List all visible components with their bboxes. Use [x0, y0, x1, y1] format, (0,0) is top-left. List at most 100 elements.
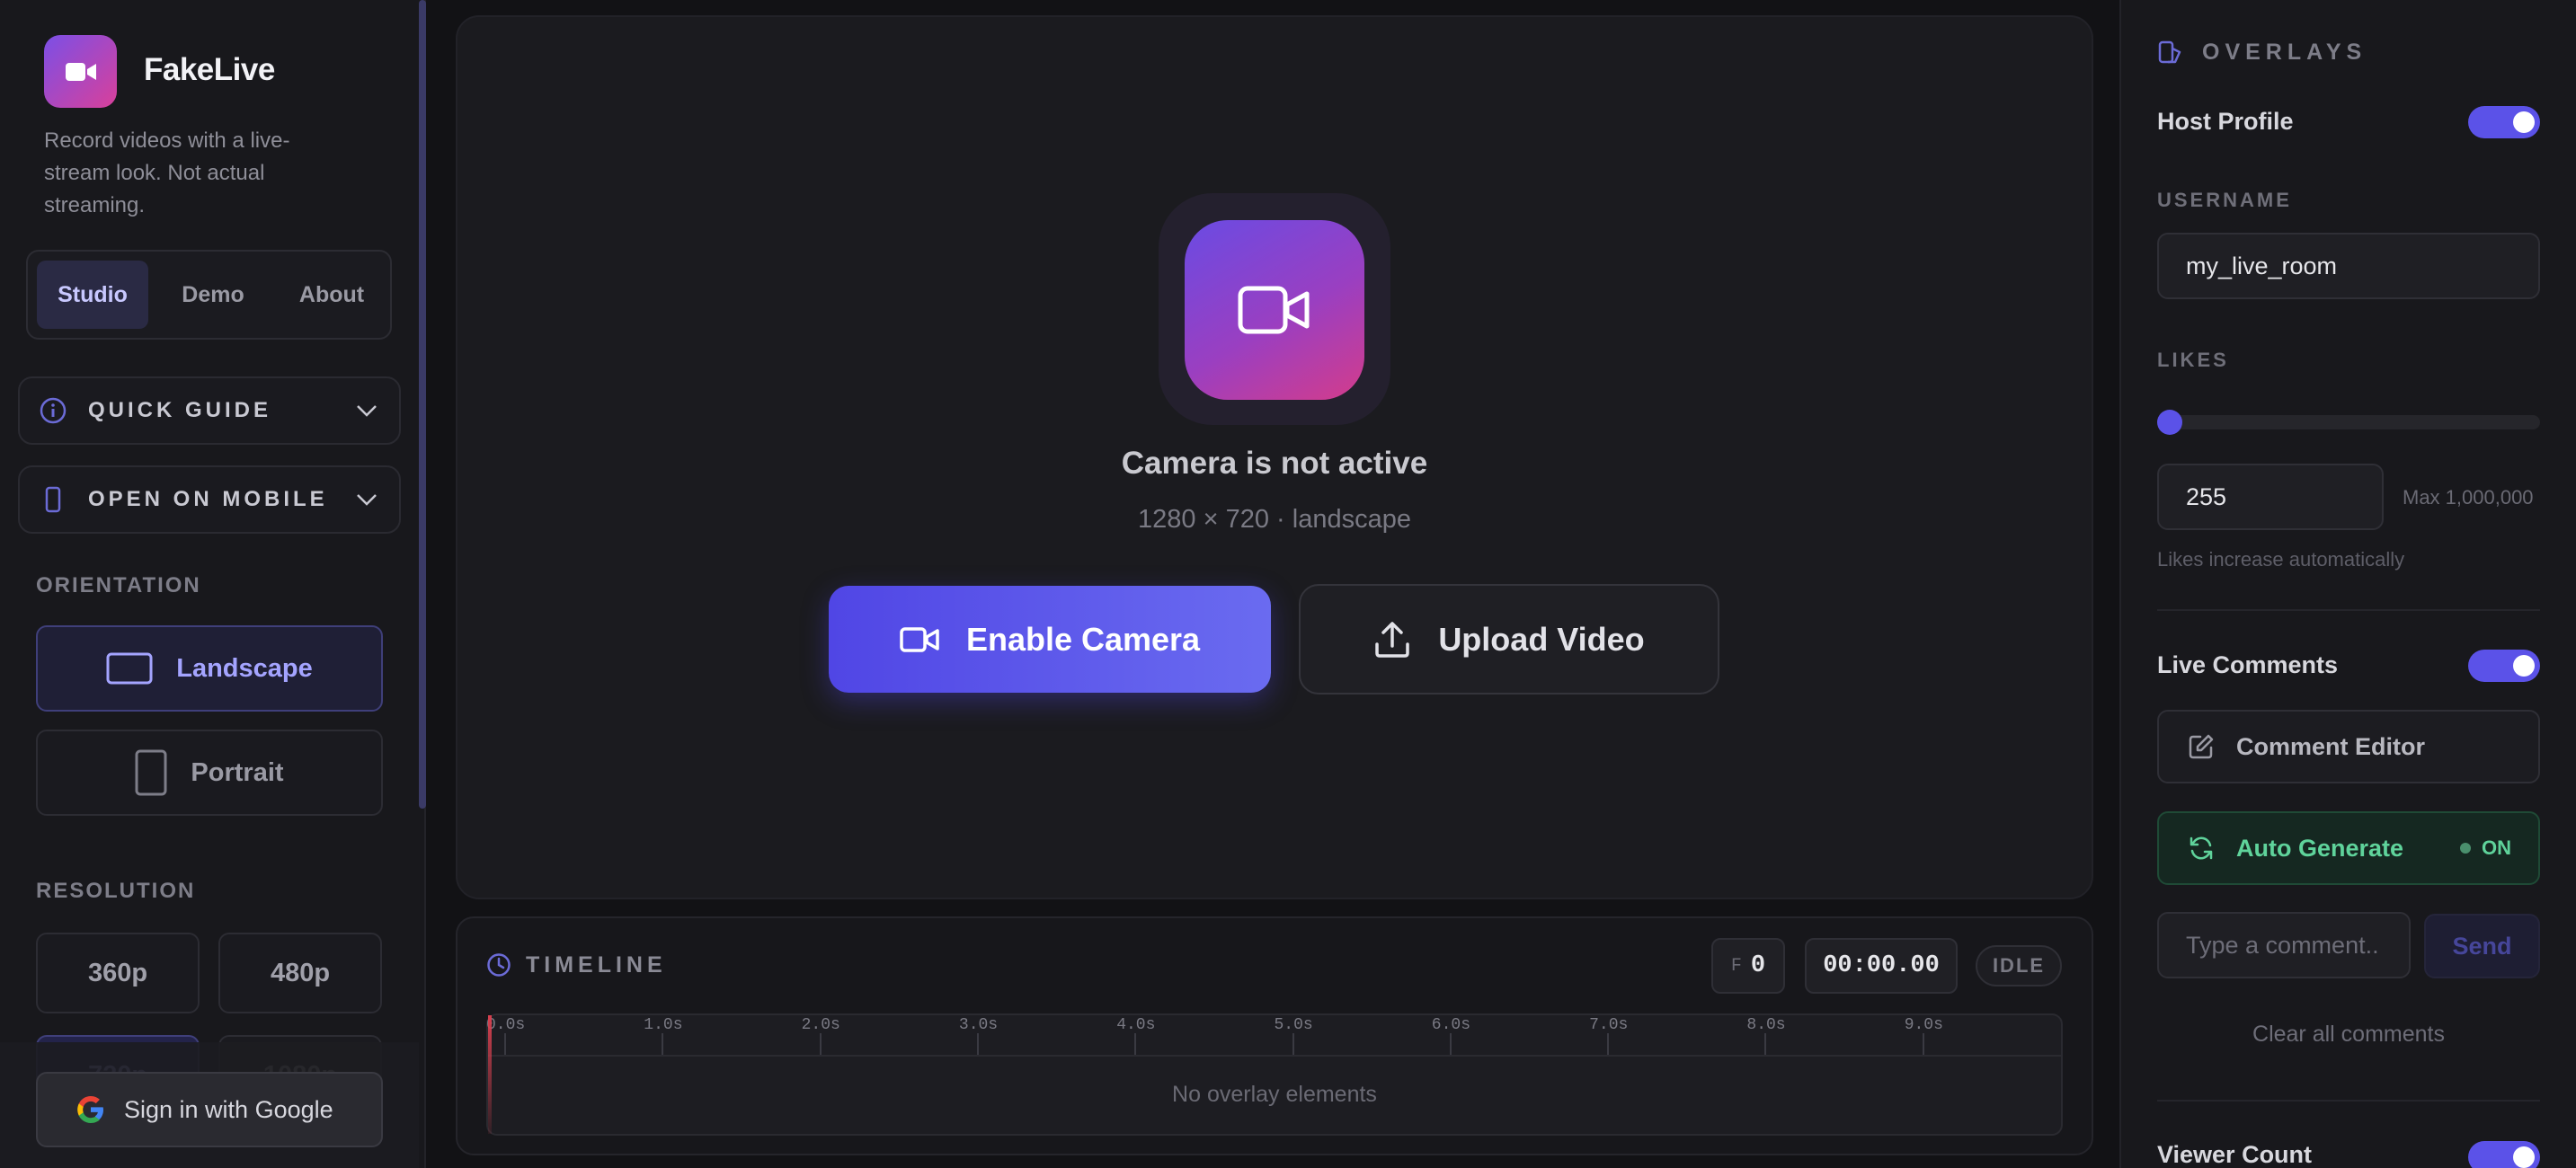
resolution-480p-option[interactable]: 480p — [218, 933, 382, 1013]
timeline-empty-text: No overlay elements — [1172, 1082, 1377, 1107]
likes-slider-handle[interactable] — [2157, 410, 2183, 435]
chevron-down-icon — [357, 405, 377, 417]
viewer-count-toggle[interactable] — [2468, 1141, 2540, 1168]
enable-camera-button[interactable]: Enable Camera — [829, 586, 1271, 693]
overlays-panel — [2119, 0, 2576, 1168]
timeline-tick-label: 0.0s — [486, 1016, 526, 1034]
auto-generate-status: ON — [2460, 836, 2511, 860]
open-on-mobile-accordion[interactable]: OPEN ON MOBILE — [18, 465, 401, 534]
timeline-tick — [504, 1033, 506, 1055]
app-tagline: Record videos with a live-stream look. N… — [44, 128, 290, 217]
mobile-phone-icon — [45, 486, 61, 513]
camera-placeholder — [1185, 220, 1364, 400]
edit-icon — [2189, 734, 2214, 759]
clock-icon — [487, 953, 511, 977]
enable-camera-label: Enable Camera — [965, 620, 1201, 658]
timeline-tick-label: 9.0s — [1904, 1016, 1943, 1034]
resolution-360p-option[interactable]: 360p — [36, 933, 200, 1013]
tab-about[interactable]: About — [276, 261, 387, 329]
camera-status-subtitle: 1280 × 720 · landscape — [1138, 505, 1411, 534]
likes-max-text: Max 1,000,000 — [2403, 486, 2534, 509]
upload-icon — [1375, 621, 1410, 658]
likes-slider[interactable] — [2157, 415, 2540, 429]
timecode: 00:00.00 — [1805, 938, 1958, 994]
timeline-tick — [1449, 1033, 1452, 1055]
frame-counter: F 0 — [1711, 938, 1785, 994]
timeline-tick — [662, 1033, 664, 1055]
timeline-playhead[interactable] — [488, 1015, 492, 1134]
tab-studio[interactable]: Studio — [37, 261, 148, 329]
comment-editor-button[interactable]: Comment Editor — [2157, 710, 2540, 783]
overlays-title: OVERLAYS — [2202, 40, 2367, 65]
portrait-icon — [135, 749, 167, 796]
frame-value: 0 — [1750, 952, 1766, 979]
info-icon — [40, 397, 67, 424]
sign-in-with-google-button[interactable]: Sign in with Google — [36, 1072, 383, 1147]
timeline-tick-label: 6.0s — [1431, 1016, 1471, 1034]
video-camera-icon — [900, 626, 939, 652]
username-label: USERNAME — [2157, 189, 2292, 211]
timeline-tick-label: 1.0s — [644, 1016, 683, 1034]
timeline-tick — [1607, 1033, 1610, 1055]
clear-all-comments-link[interactable]: Clear all comments — [2157, 1022, 2540, 1048]
timeline-tick-label: 2.0s — [801, 1016, 840, 1034]
host-profile-toggle[interactable] — [2468, 106, 2540, 138]
timeline-tick — [819, 1033, 822, 1055]
video-camera-icon — [1238, 286, 1310, 334]
timeline-tick-label: 3.0s — [958, 1016, 999, 1034]
username-input[interactable]: my_live_room — [2157, 233, 2540, 299]
landscape-label: Landscape — [176, 653, 313, 683]
comment-editor-label: Comment Editor — [2236, 732, 2426, 760]
quick-guide-accordion[interactable]: QUICK GUIDE — [18, 376, 401, 445]
landscape-icon — [106, 652, 153, 685]
orientation-section-label: ORIENTATION — [36, 573, 201, 597]
orientation-landscape-option[interactable]: Landscape — [36, 625, 383, 712]
refresh-icon — [2190, 836, 2213, 860]
likes-hint: Likes increase automatically — [2157, 548, 2405, 571]
auto-generate-button[interactable]: Auto Generate ON — [2157, 811, 2540, 885]
timeline-tick — [976, 1033, 979, 1055]
tab-demo[interactable]: Demo — [157, 261, 269, 329]
host-profile-label: Host Profile — [2157, 108, 2294, 135]
timeline-tick-label: 7.0s — [1589, 1016, 1629, 1034]
upload-video-button[interactable]: Upload Video — [1299, 584, 1719, 695]
timeline-tick-label: 5.0s — [1274, 1016, 1313, 1034]
live-comments-toggle[interactable] — [2468, 650, 2540, 682]
comment-input[interactable]: Type a comment.. — [2157, 912, 2411, 978]
timeline-label: TIMELINE — [526, 952, 667, 978]
likes-input[interactable]: 255 — [2157, 464, 2384, 530]
live-comments-label: Live Comments — [2157, 651, 2339, 678]
timeline-tick — [1134, 1033, 1137, 1055]
likes-label: LIKES — [2157, 349, 2229, 371]
nav-tabs: Studio Demo About — [26, 250, 392, 340]
resolution-section-label: RESOLUTION — [36, 879, 196, 903]
sign-in-label: Sign in with Google — [124, 1095, 333, 1123]
send-comment-button[interactable]: Send — [2424, 914, 2540, 978]
status-dot — [2460, 843, 2471, 854]
section-divider — [2157, 1100, 2540, 1102]
video-camera-icon — [65, 62, 96, 81]
quick-guide-label: QUICK GUIDE — [88, 398, 272, 422]
timeline-tick — [1292, 1033, 1294, 1055]
recording-state-badge: IDLE — [1976, 945, 2062, 987]
camera-status-title: Camera is not active — [1121, 446, 1428, 481]
sidebar-scrollbar[interactable] — [419, 0, 426, 809]
overlays-icon — [2158, 40, 2181, 64]
timeline-tick — [1922, 1033, 1924, 1055]
auto-generate-label: Auto Generate — [2236, 834, 2404, 862]
orientation-portrait-option[interactable]: Portrait — [36, 730, 383, 816]
frame-prefix: F — [1730, 955, 1742, 977]
chevron-down-icon — [357, 494, 377, 506]
portrait-label: Portrait — [191, 757, 284, 787]
app-name: FakeLive — [144, 52, 275, 87]
auto-generate-state: ON — [2482, 836, 2511, 859]
app-logo — [44, 35, 117, 108]
timeline-tick-label: 4.0s — [1116, 1016, 1156, 1034]
open-on-mobile-label: OPEN ON MOBILE — [88, 487, 328, 511]
viewer-count-label: Viewer Count — [2157, 1141, 2313, 1168]
google-icon — [77, 1096, 103, 1123]
timeline-tick — [1764, 1033, 1767, 1055]
upload-video-label: Upload Video — [1438, 620, 1645, 658]
section-divider — [2157, 609, 2540, 611]
timeline-tick-label: 8.0s — [1746, 1016, 1786, 1034]
